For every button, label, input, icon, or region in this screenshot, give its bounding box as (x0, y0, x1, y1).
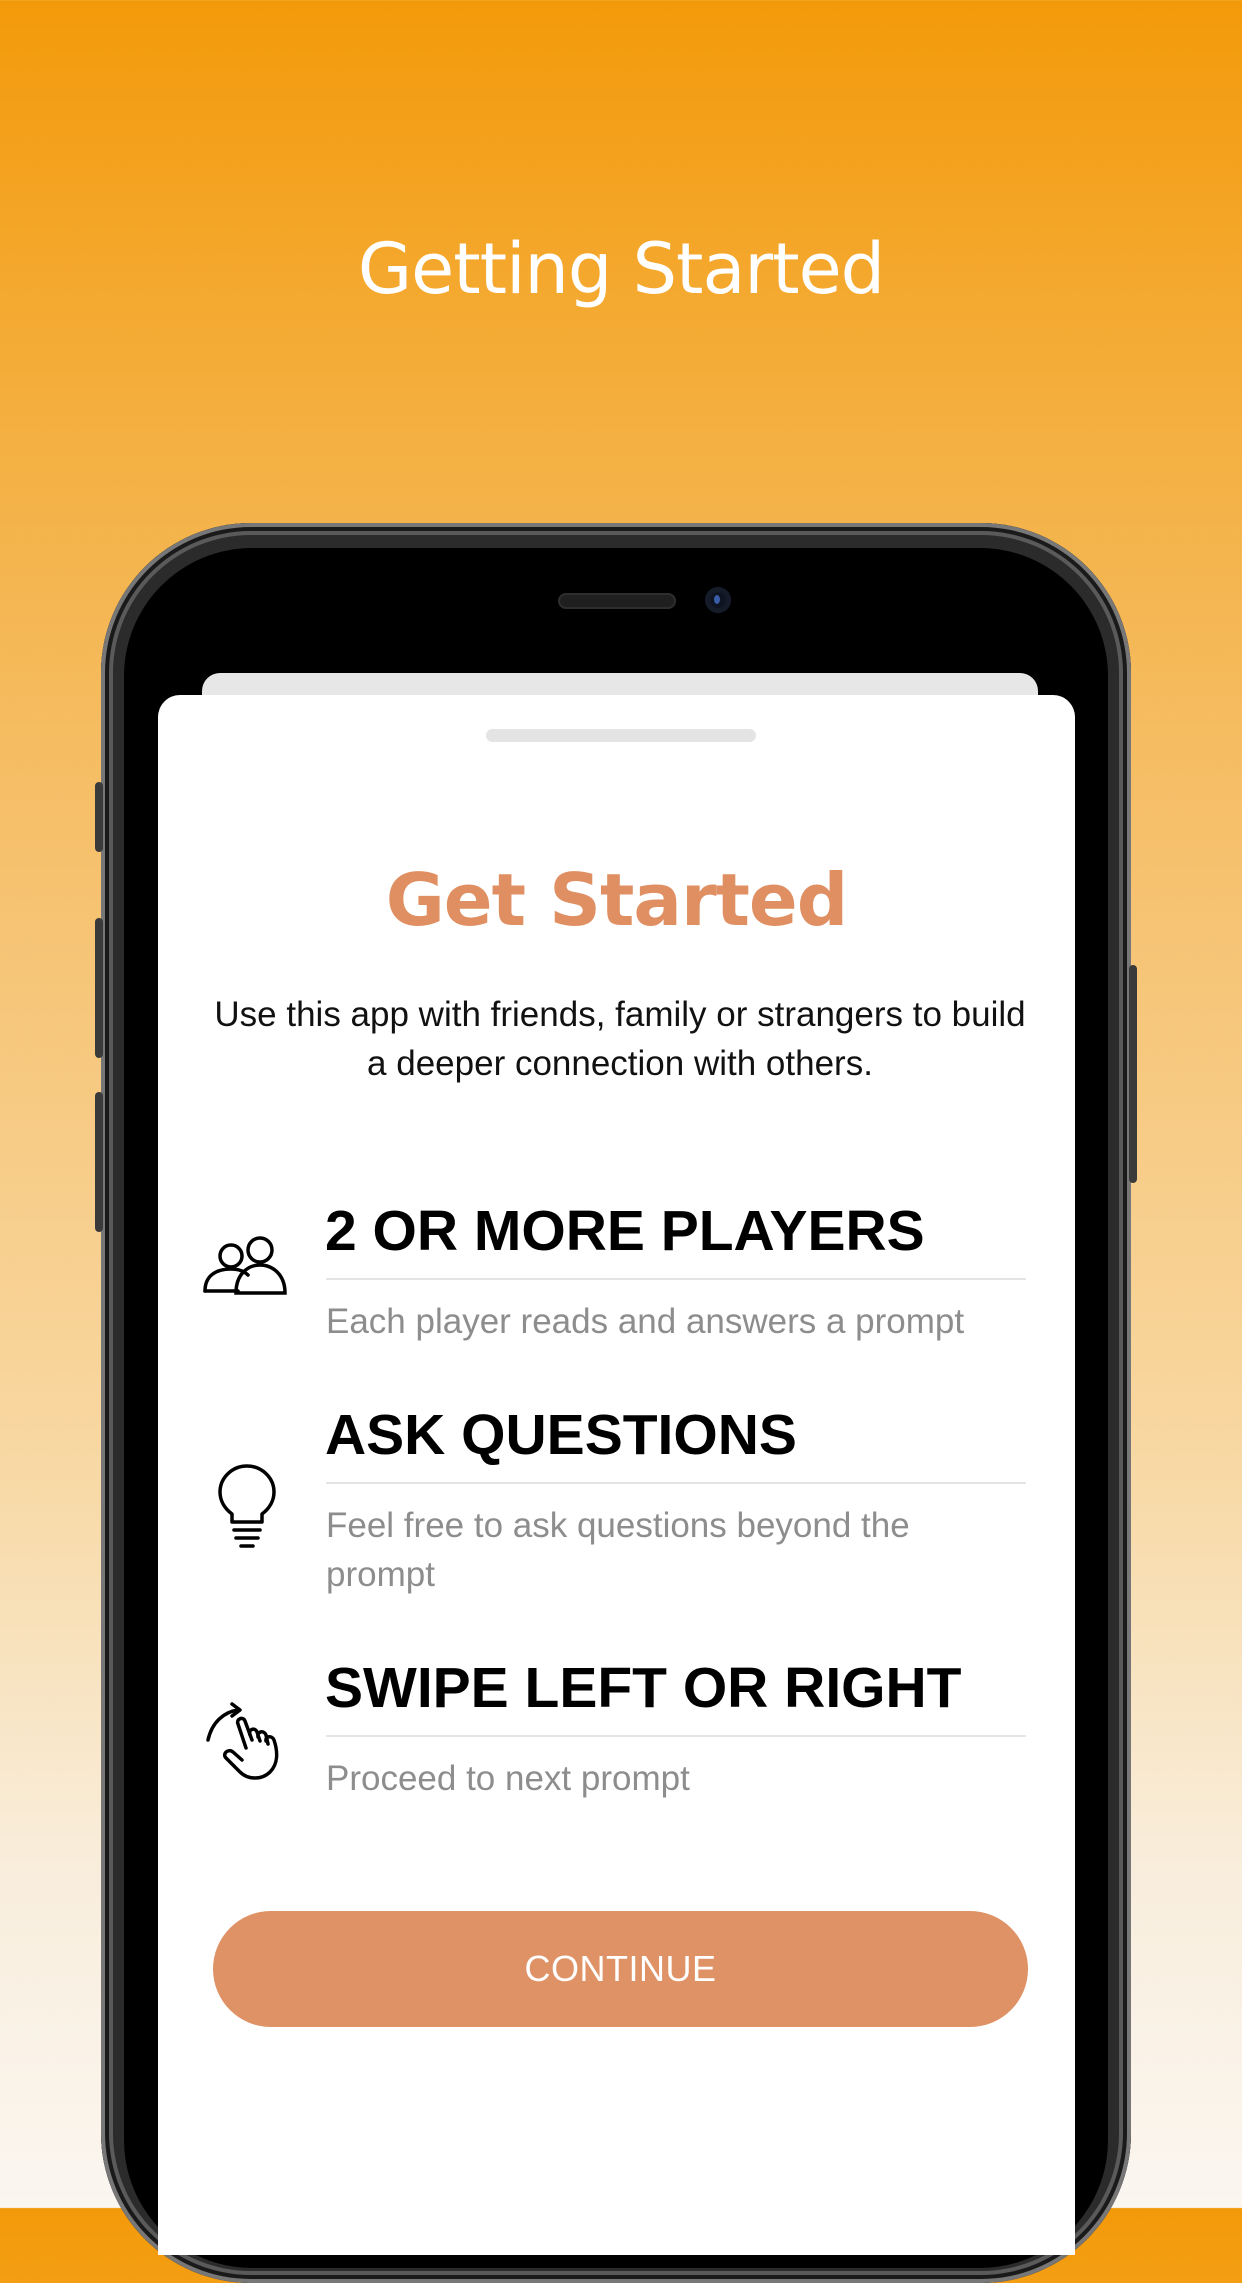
sheet-intro: Use this app with friends, family or str… (214, 995, 1026, 1083)
phone-volume-down-button (95, 1092, 103, 1232)
sheet-grabber[interactable] (486, 729, 756, 742)
feature-description: Feel free to ask questions beyond the pr… (326, 1506, 910, 1594)
people-icon (202, 1229, 292, 1319)
sheet-title: Get Started (385, 858, 849, 942)
phone-mute-switch (95, 782, 103, 852)
continue-button[interactable]: CONTINUE (213, 1911, 1028, 2027)
lightbulb-icon (202, 1462, 292, 1552)
feature-description: Proceed to next prompt (326, 1759, 690, 1798)
phone-speaker (558, 593, 676, 609)
feature-title: 2 OR MORE PLAYERS (325, 1199, 925, 1263)
banner-headline: Getting Started (357, 228, 885, 310)
phone-camera (705, 587, 731, 613)
feature-divider (326, 1482, 1026, 1484)
feature-title: SWIPE LEFT OR RIGHT (325, 1656, 962, 1720)
feature-title: ASK QUESTIONS (325, 1403, 797, 1467)
feature-divider (326, 1278, 1026, 1280)
feature-description: Each player reads and answers a prompt (326, 1302, 965, 1341)
phone-power-button (1129, 965, 1137, 1183)
phone-volume-up-button (95, 918, 103, 1058)
feature-divider (326, 1735, 1026, 1737)
swipe-hand-icon (202, 1700, 292, 1790)
